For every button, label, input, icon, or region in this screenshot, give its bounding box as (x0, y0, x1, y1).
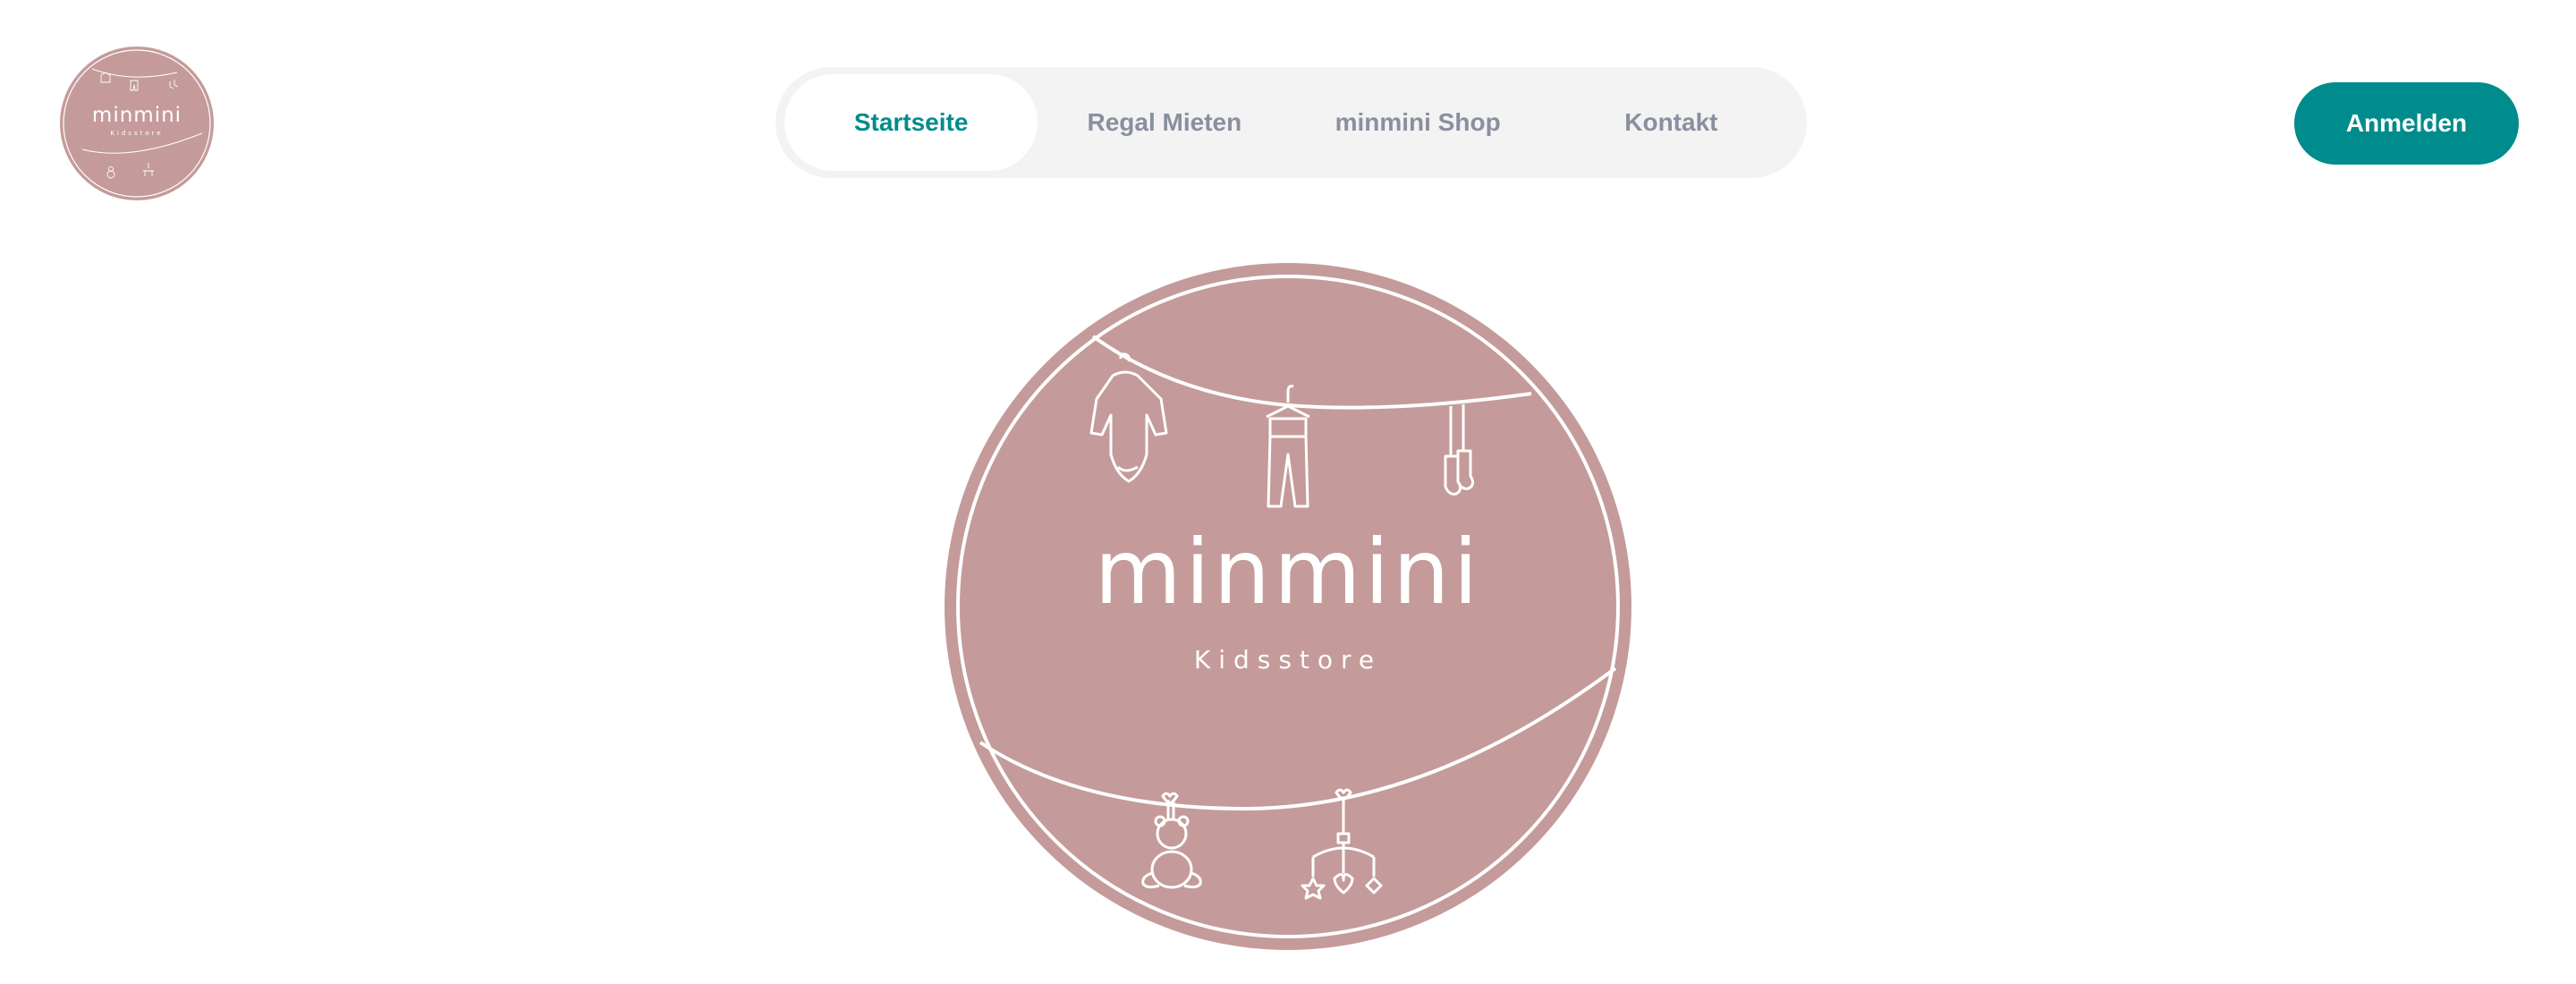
header-logo[interactable] (59, 46, 215, 201)
nav-item-regal-mieten[interactable]: Regal Mieten (1038, 74, 1291, 171)
hero-tagline: Kidsstore (1193, 645, 1383, 674)
login-button[interactable]: Anmelden (2294, 82, 2519, 165)
logo-badge-icon (60, 47, 214, 200)
nav-item-minmini-shop[interactable]: minmini Shop (1292, 74, 1545, 171)
nav-item-kontakt[interactable]: Kontakt (1545, 74, 1798, 171)
page: minmini Kidsstore Startseite Regal Miete… (0, 0, 2576, 984)
nav-item-startseite[interactable]: Startseite (784, 74, 1038, 171)
hero-wordmark: minmini (1094, 520, 1482, 624)
main-nav: Startseite Regal Mieten minmini Shop Kon… (775, 67, 1807, 178)
